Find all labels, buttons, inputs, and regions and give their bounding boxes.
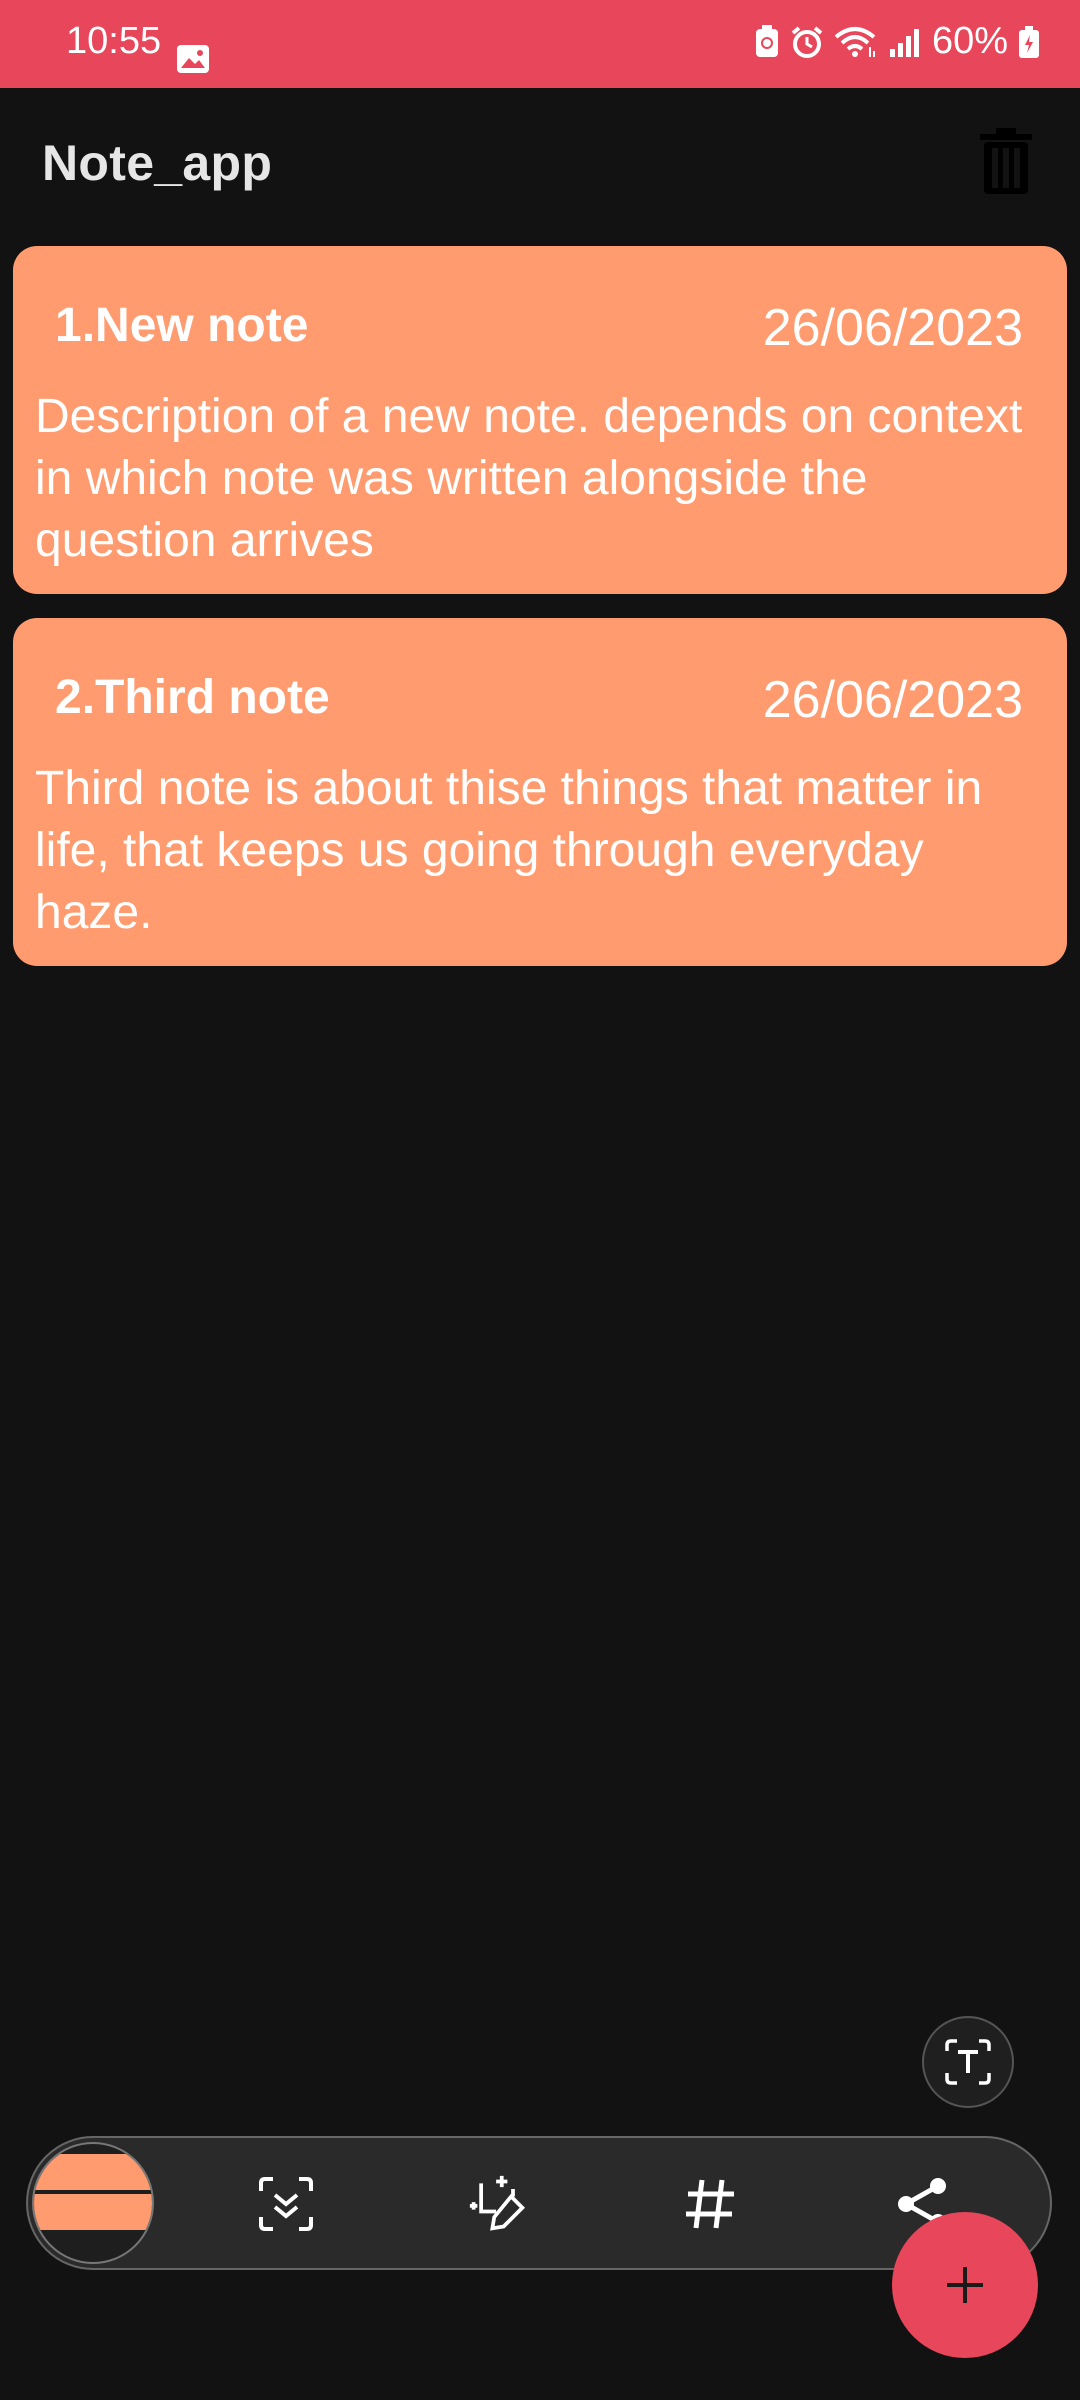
- wifi-icon: [834, 26, 876, 57]
- plus-icon: [947, 2267, 983, 2303]
- status-time: 10:55: [66, 20, 162, 62]
- screenshot-toolbar: [26, 2136, 1052, 2270]
- gallery-icon: [177, 45, 209, 73]
- note-description: Third note is about thise things that ma…: [35, 762, 983, 939]
- thumbnail-note-2: [34, 2194, 152, 2230]
- tags-button[interactable]: [680, 2174, 740, 2234]
- status-bar: 10:55 60%: [0, 0, 1080, 88]
- battery-percent: 60%: [931, 20, 1008, 62]
- note-card[interactable]: 2.Third note 26/06/2023 Third note is ab…: [13, 618, 1067, 966]
- extract-text-button[interactable]: [922, 2016, 1014, 2108]
- add-note-button[interactable]: [892, 2212, 1038, 2358]
- note-description: Description of a new note. depends on co…: [35, 390, 1023, 567]
- crop-draw-button[interactable]: [468, 2174, 528, 2234]
- note-date: 26/06/2023: [762, 299, 1023, 357]
- thumbnail-note-1: [34, 2154, 152, 2190]
- battery-saver-icon: [755, 24, 778, 57]
- alarm-icon: [791, 25, 823, 58]
- battery-charging-icon: [1019, 25, 1039, 58]
- note-title: 2.Third note: [55, 671, 330, 724]
- app-bar: Note_app: [0, 88, 1080, 240]
- crop-draw-icon: [469, 2175, 526, 2231]
- screenshot-thumbnail[interactable]: [32, 2142, 154, 2264]
- note-title: 1.New note: [55, 299, 309, 352]
- trash-icon[interactable]: [978, 128, 1034, 194]
- scroll-capture-icon: [259, 2177, 313, 2231]
- text-extract-icon: [945, 2039, 991, 2085]
- page-title: Note_app: [42, 135, 273, 191]
- hashtag-icon: [686, 2179, 734, 2229]
- note-date: 26/06/2023: [762, 671, 1023, 729]
- signal-icon: [889, 28, 919, 57]
- scroll-capture-button[interactable]: [256, 2174, 316, 2234]
- note-card[interactable]: 1.New note 26/06/2023 Description of a n…: [13, 246, 1067, 594]
- status-icons: 60%: [754, 20, 1040, 63]
